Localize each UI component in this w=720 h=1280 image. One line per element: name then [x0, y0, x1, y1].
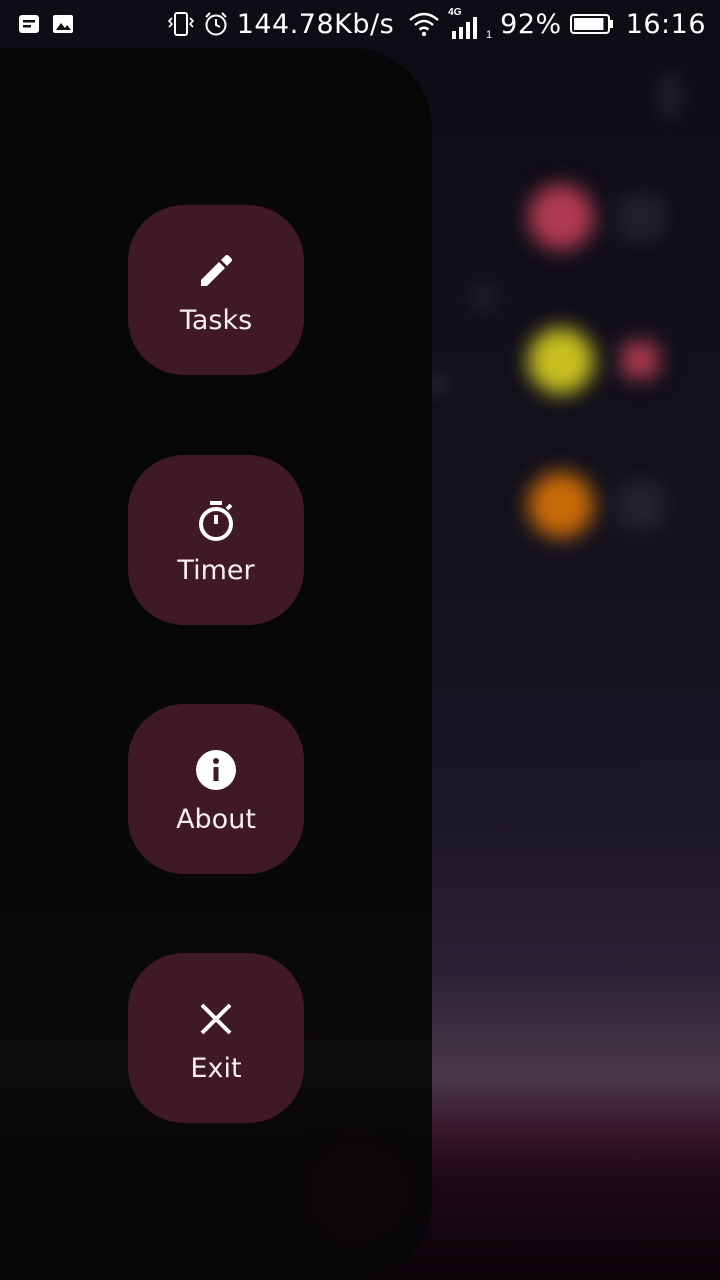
network-speed: 144.78Kb/s [236, 8, 395, 40]
bg-priority-orange [528, 472, 594, 538]
vibrate-icon [167, 11, 195, 37]
bg-box [618, 482, 664, 528]
timer-icon [194, 499, 238, 543]
alarm-icon [203, 11, 229, 37]
battery-percent: 92% [500, 8, 562, 40]
pencil-icon [194, 249, 238, 293]
bg-overflow-placeholder [662, 74, 678, 118]
tasks-label: Tasks [179, 304, 253, 336]
bg-edit-mark [470, 284, 498, 312]
close-icon [194, 997, 238, 1041]
status-bar: 144.78Kb/s 4G 1 92% 16:16 [0, 0, 720, 48]
about-label: About [176, 803, 256, 835]
tasks-button[interactable]: Tasks [128, 205, 304, 375]
signal-icon: 4G 1 [448, 7, 492, 41]
bg-priority-red [528, 184, 594, 250]
info-icon [194, 748, 238, 792]
wifi-icon [408, 11, 440, 37]
timer-button[interactable]: Timer [128, 455, 304, 625]
exit-button[interactable]: Exit [128, 953, 304, 1123]
battery-icon [569, 13, 614, 35]
timer-label: Timer [177, 554, 255, 586]
bg-flag [622, 342, 658, 378]
notification-icon [18, 14, 40, 34]
bg-priority-yellow [528, 328, 594, 394]
exit-label: Exit [190, 1052, 242, 1084]
sim-slot-label: 1 [486, 29, 493, 41]
bg-box [618, 194, 664, 240]
clock: 16:16 [625, 8, 706, 40]
about-button[interactable]: About [128, 704, 304, 874]
image-icon [52, 14, 74, 34]
